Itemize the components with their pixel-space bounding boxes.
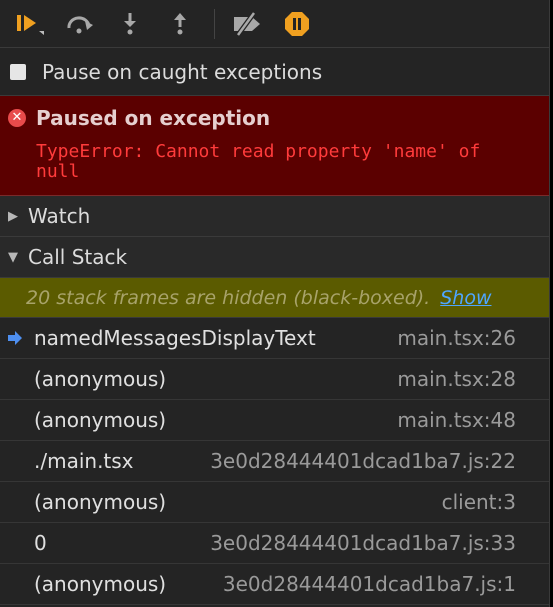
frame-function: 0 bbox=[34, 531, 47, 555]
blackboxed-notice: 20 stack frames are hidden (black-boxed)… bbox=[0, 278, 549, 318]
frame-location: 3e0d28444401dcad1ba7.js:33 bbox=[210, 531, 516, 555]
step-out-button[interactable] bbox=[162, 6, 198, 42]
call-stack-section-header[interactable]: ▼ Call Stack bbox=[0, 237, 549, 278]
pause-on-caught-exceptions[interactable]: Pause on caught exceptions bbox=[0, 48, 549, 96]
call-frame[interactable]: (anonymous) main.tsx:48 bbox=[0, 400, 549, 441]
pause-on-caught-label: Pause on caught exceptions bbox=[42, 59, 323, 84]
call-frame[interactable]: (anonymous) main.tsx:28 bbox=[0, 359, 549, 400]
call-frame[interactable]: 0 3e0d28444401dcad1ba7.js:33 bbox=[0, 523, 549, 564]
debugger-toolbar bbox=[0, 0, 549, 48]
frame-function: (anonymous) bbox=[34, 490, 167, 514]
debugger-panel: Pause on caught exceptions ✕ Paused on e… bbox=[0, 0, 550, 607]
error-icon: ✕ bbox=[8, 109, 26, 127]
exception-message: TypeError: Cannot read property 'name' o… bbox=[36, 141, 481, 182]
frame-location: main.tsx:48 bbox=[397, 408, 516, 432]
toolbar-separator bbox=[214, 8, 215, 39]
frame-location: client:3 bbox=[441, 490, 516, 514]
frame-location: main.tsx:28 bbox=[397, 367, 516, 391]
call-stack-frames: namedMessagesDisplayText main.tsx:26 (an… bbox=[0, 318, 549, 605]
frame-function: namedMessagesDisplayText bbox=[34, 326, 316, 350]
call-frame[interactable]: (anonymous) client:3 bbox=[0, 482, 549, 523]
pause-on-exceptions-button[interactable] bbox=[279, 6, 315, 42]
pause-on-exceptions-icon bbox=[285, 11, 309, 36]
step-into-icon bbox=[124, 12, 136, 34]
deactivate-breakpoints-button[interactable] bbox=[229, 6, 265, 42]
step-over-button[interactable] bbox=[62, 6, 98, 42]
step-into-button[interactable] bbox=[112, 6, 148, 42]
exception-banner: ✕ Paused on exception TypeError: Cannot … bbox=[0, 96, 549, 196]
call-stack-label: Call Stack bbox=[28, 245, 128, 269]
frame-location: main.tsx:26 bbox=[397, 326, 516, 350]
step-over-icon bbox=[67, 16, 93, 33]
call-frame[interactable]: (anonymous) 3e0d28444401dcad1ba7.js:1 bbox=[0, 564, 549, 605]
collapse-triangle-icon: ▼ bbox=[8, 249, 18, 265]
blackboxed-notice-text: 20 stack frames are hidden (black-boxed)… bbox=[26, 286, 431, 309]
frame-location: 3e0d28444401dcad1ba7.js:1 bbox=[222, 572, 516, 596]
frame-location: 3e0d28444401dcad1ba7.js:22 bbox=[210, 449, 516, 473]
current-frame-arrow-icon bbox=[8, 331, 22, 345]
step-out-icon bbox=[174, 12, 186, 34]
watch-section-header[interactable]: ▶ Watch bbox=[0, 196, 549, 237]
frame-function: ./main.tsx bbox=[34, 449, 134, 473]
frame-function: (anonymous) bbox=[34, 408, 167, 432]
call-frame[interactable]: ./main.tsx 3e0d28444401dcad1ba7.js:22 bbox=[0, 441, 549, 482]
watch-label: Watch bbox=[28, 204, 91, 228]
show-blackboxed-link[interactable]: Show bbox=[440, 287, 491, 309]
frame-function: (anonymous) bbox=[34, 572, 167, 596]
call-frame[interactable]: namedMessagesDisplayText main.tsx:26 bbox=[0, 318, 549, 359]
pause-on-caught-checkbox[interactable] bbox=[10, 63, 26, 80]
resume-button[interactable] bbox=[12, 6, 48, 42]
deactivate-breakpoints-icon bbox=[234, 11, 260, 36]
exception-title: Paused on exception bbox=[36, 106, 271, 130]
resume-icon bbox=[17, 14, 44, 35]
frame-function: (anonymous) bbox=[34, 367, 167, 391]
expand-triangle-icon: ▶ bbox=[8, 208, 18, 224]
